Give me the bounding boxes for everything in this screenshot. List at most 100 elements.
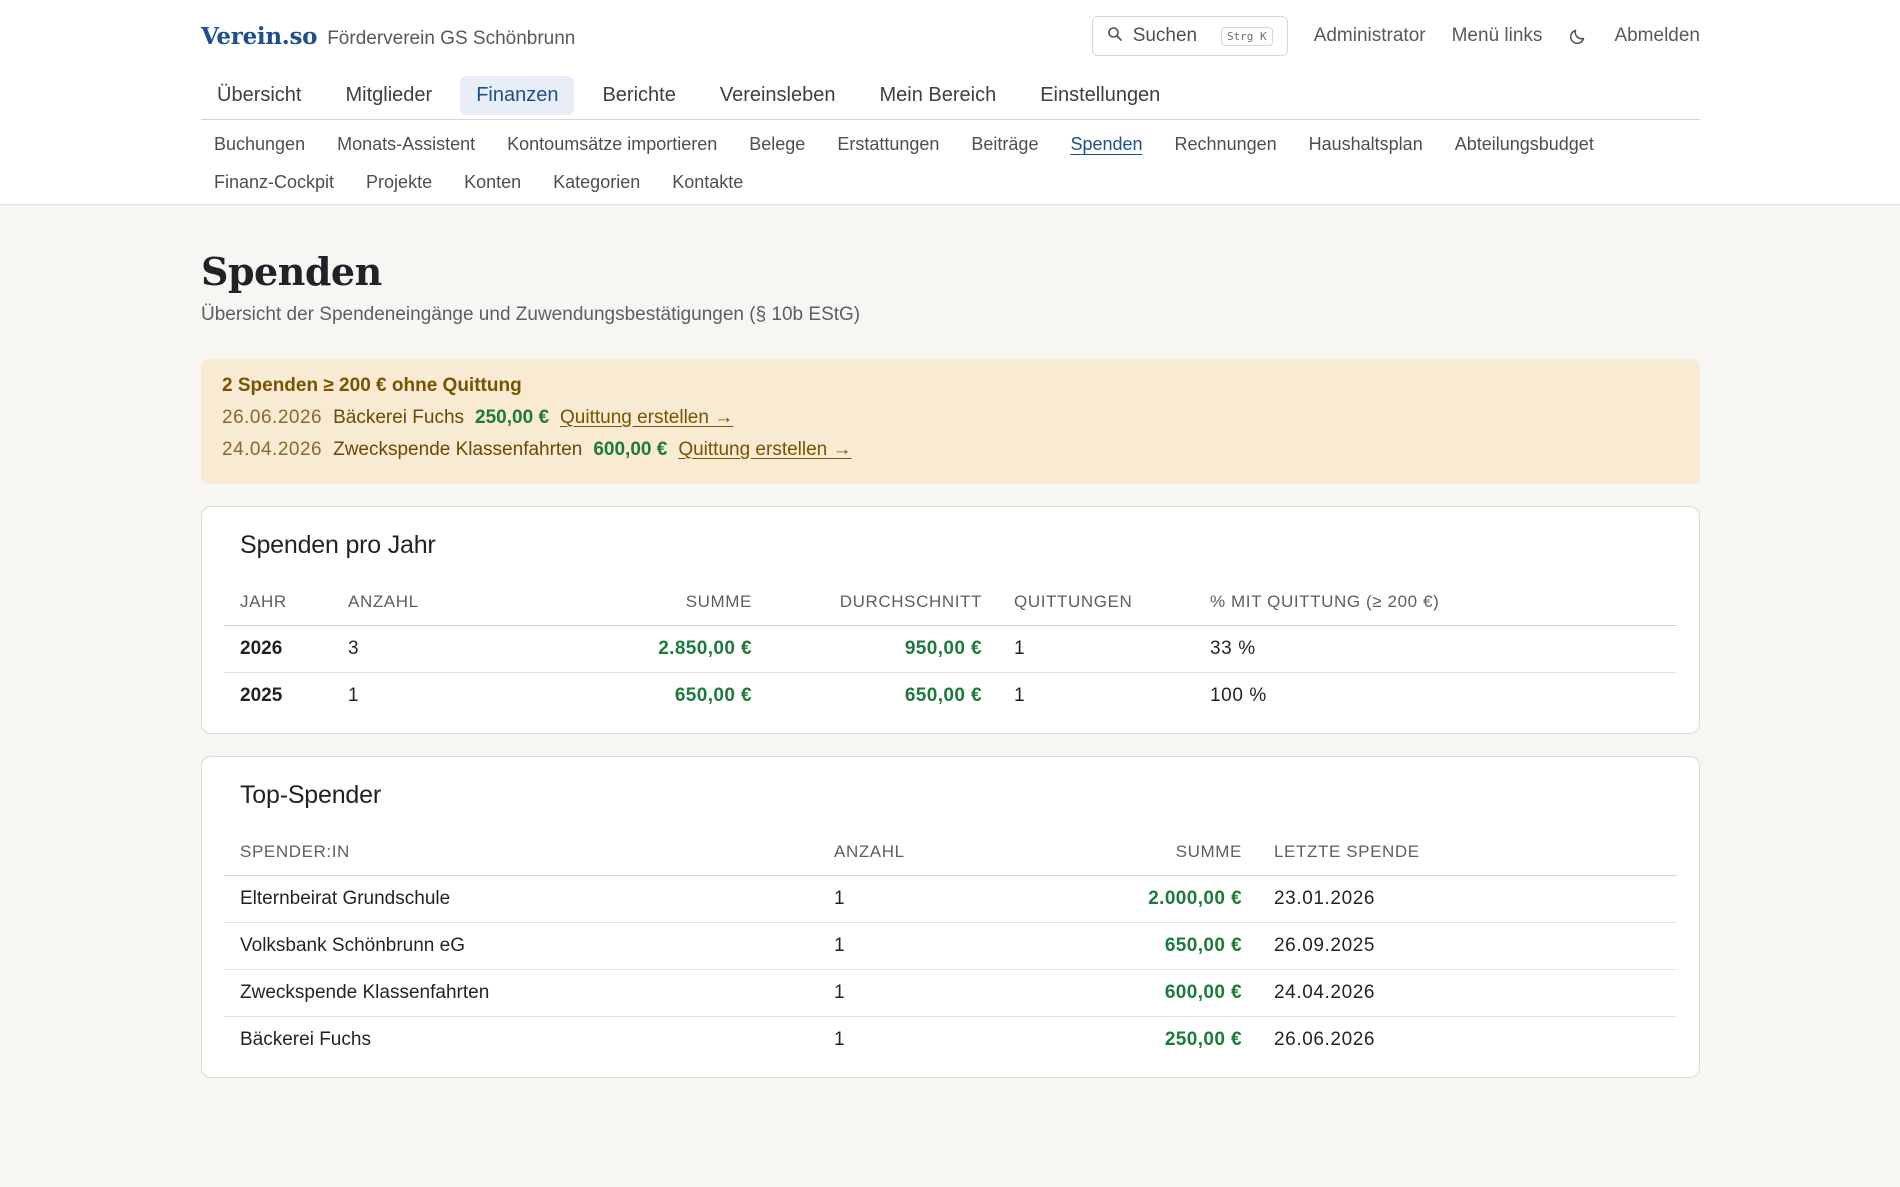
search-button[interactable]: Suchen Strg K — [1091, 16, 1288, 56]
subnav-buchungen[interactable]: Buchungen — [214, 132, 305, 156]
sum-cell: 600,00 € — [1038, 969, 1258, 1017]
subnav-kontakte[interactable]: Kontakte — [672, 170, 743, 194]
page-title: Spenden — [201, 249, 382, 294]
donations-per-year-table: Jahr Anzahl Summe Durchschnitt Quittungen% m… — [224, 582, 1677, 719]
average-cell: 950,00 € — [768, 625, 998, 673]
subnav-belege[interactable]: Belege — [749, 132, 805, 156]
app-logo[interactable]: Verein.so — [201, 23, 317, 50]
column-header-jahr: Jahr — [224, 582, 332, 626]
tab-mitglieder[interactable]: Mitglieder — [329, 76, 448, 115]
subnav-projekte[interactable]: Projekte — [366, 170, 432, 194]
count-cell: 1 — [818, 875, 1038, 923]
alert-donor: Bäckerei Fuchs — [333, 407, 465, 428]
alert-amount: 600,00 € — [593, 439, 668, 460]
brand: Verein.so Förderverein GS Schönbrunn — [201, 23, 575, 50]
tab-vereinsleben[interactable]: Vereinsleben — [704, 76, 852, 115]
top-donors-card: Top-Spender Spender:in Anzahl Summe Letzte … — [201, 756, 1700, 1078]
alert-rows: 26.06.2026 Bäckerei Fuchs 250,00 € Quittung… — [222, 407, 1679, 461]
sum-cell: 650,00 € — [674, 685, 752, 706]
subnav-haushaltsplan[interactable]: Haushaltsplan — [1309, 132, 1423, 156]
topbar-actions: Suchen Strg K Administrator Menü links A… — [1091, 16, 1700, 56]
donor-name-cell: Elternbeirat Grundschule — [224, 875, 818, 923]
column-header-quittungen: Quittungen — [998, 582, 1194, 626]
column-header-anzahl: Anzahl — [818, 832, 1038, 876]
main-nav: Übersicht Mitglieder Finanzen Berichte Verei… — [201, 72, 1700, 120]
table-header-row: Jahr Anzahl Summe Durchschnitt Quittungen% m… — [224, 582, 1677, 626]
subnav-rechnungen[interactable]: Rechnungen — [1175, 132, 1277, 156]
page-content: Spenden Übersicht der Spendeneingänge un… — [201, 205, 1700, 1078]
column-header-spender-in: Spender:in — [224, 832, 818, 876]
sum-cell: 2.000,00 € — [1038, 875, 1258, 923]
last-donation-cell: 26.09.2025 — [1258, 922, 1677, 970]
table-row: 2026 3 2.850,00 €950,00 €1 33 % — [224, 625, 1677, 673]
subnav-erstattungen[interactable]: Erstattungen — [837, 132, 939, 156]
receipt-percent-cell: 33 % — [1194, 625, 1677, 673]
count-cell: 1 — [348, 685, 359, 706]
subnav-monats-assistent[interactable]: Monats-Assistent — [337, 132, 475, 156]
alert-amount: 250,00 € — [475, 407, 550, 428]
alert-date: 24.04.2026 — [222, 439, 323, 460]
last-donation-cell: 23.01.2026 — [1258, 875, 1677, 923]
subnav-abteilungsbudget[interactable]: Abteilungsbudget — [1455, 132, 1594, 156]
last-donation-cell: 26.06.2026 — [1274, 1029, 1376, 1050]
card-title: Spenden pro Jahr — [240, 531, 436, 559]
subnav-finanz-cockpit[interactable]: Finanz-Cockpit — [214, 170, 334, 194]
subnav-spenden[interactable]: Spenden — [1070, 132, 1142, 156]
receipts-cell: 1 — [1014, 685, 1025, 706]
count-cell: 1 — [834, 1029, 845, 1050]
tab-einstellungen[interactable]: Einstellungen — [1024, 76, 1176, 115]
alert-date: 26.06.2026 — [222, 407, 323, 428]
count-cell: 1 — [818, 969, 1038, 1017]
average-cell: 650,00 € — [904, 685, 982, 706]
logout-link[interactable]: Abmelden — [1614, 25, 1700, 47]
tab-finanzen[interactable]: Finanzen — [460, 76, 575, 115]
sub-nav: Buchungen Monats-Assistent Kontoumsätze im… — [201, 120, 1700, 194]
year-cell: 2025 — [240, 685, 283, 706]
moon-icon[interactable] — [1568, 26, 1588, 46]
table-row: Bäckerei Fuchs 1 250,00 € 26.06.2026 — [224, 1017, 1677, 1064]
table-row: 2025 1 650,00 € 650,00 € 1 100 % — [224, 673, 1677, 720]
search-shortcut: Strg K — [1220, 26, 1273, 46]
table-header-row: Spender:in Anzahl Summe Letzte Spende — [224, 832, 1677, 876]
search-label: Suchen — [1132, 25, 1198, 46]
create-receipt-link[interactable]: Quittung erstellen → — [560, 407, 733, 429]
donations-per-year-card: Spenden pro Jahr Jahr Anzahl Summe Durchsch… — [201, 506, 1700, 734]
subnav-beiträge[interactable]: Beiträge — [971, 132, 1038, 156]
column-header-mit-quittung-200: % mit Quittung (≥ 200 €) — [1194, 582, 1677, 626]
alert-row: 24.04.2026 Zweckspende Klassenfahrten 600,… — [222, 439, 1679, 461]
donor-name-cell: Volksbank Schönbrunn eG — [224, 922, 818, 970]
count-cell: 1 — [818, 922, 1038, 970]
sum-cell: 650,00 € — [1038, 922, 1258, 970]
year-cell: 2026 — [224, 625, 332, 673]
subnav-kontoumsätze-importieren[interactable]: Kontoumsätze importieren — [507, 132, 717, 156]
column-header-summe: Summe — [1038, 832, 1258, 876]
last-donation-cell: 24.04.2026 — [1258, 969, 1677, 1017]
receipts-cell: 1 — [998, 625, 1194, 673]
donor-name-cell: Bäckerei Fuchs — [240, 1029, 371, 1050]
receipt-percent-cell: 100 % — [1210, 685, 1267, 706]
page-subtitle: Übersicht der Spendeneingänge und Zuwend… — [201, 304, 861, 325]
tab-berichte[interactable]: Berichte — [586, 76, 691, 115]
column-header-summe: Summe — [538, 582, 768, 626]
create-receipt-link[interactable]: Quittung erstellen → — [678, 439, 851, 461]
app-header: Verein.so Förderverein GS Schönbrunn Suc… — [0, 0, 1900, 205]
column-header-durchschnitt: Durchschnitt — [768, 582, 998, 626]
org-name: Förderverein GS Schönbrunn — [327, 27, 576, 49]
menu-position-toggle[interactable]: Menü links — [1452, 25, 1543, 47]
admin-link[interactable]: Administrator — [1314, 25, 1426, 47]
tab-übersicht[interactable]: Übersicht — [201, 76, 317, 115]
alert-title: 2 Spenden ≥ 200 € ohne Quittung — [222, 375, 522, 396]
column-header-letzte-spende: Letzte Spende — [1258, 832, 1677, 876]
tab-mein-bereich[interactable]: Mein Bereich — [864, 76, 1013, 115]
alert-donor: Zweckspende Klassenfahrten — [333, 439, 583, 460]
table-row: Volksbank Schönbrunn eG 1 650,00 €26.09.20… — [224, 922, 1677, 970]
sum-cell: 250,00 € — [1164, 1029, 1242, 1050]
alert-row: 26.06.2026 Bäckerei Fuchs 250,00 € Quittung… — [222, 407, 1679, 429]
column-header-anzahl: Anzahl — [332, 582, 538, 626]
subnav-konten[interactable]: Konten — [464, 170, 521, 194]
sum-cell: 2.850,00 € — [538, 625, 768, 673]
table-row: Elternbeirat Grundschule 1 2.000,00 €23.01… — [224, 875, 1677, 923]
subnav-kategorien[interactable]: Kategorien — [553, 170, 640, 194]
topbar: Verein.so Förderverein GS Schönbrunn Suc… — [201, 0, 1700, 72]
search-icon — [1107, 26, 1123, 47]
